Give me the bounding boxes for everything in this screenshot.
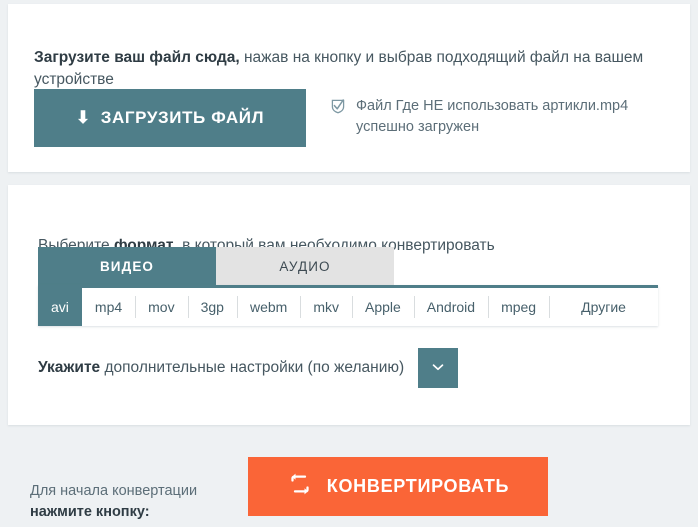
upload-panel: Загрузите ваш файл сюда, нажав на кнопку… bbox=[8, 4, 690, 172]
tab-video-label: ВИДЕО bbox=[99, 258, 155, 274]
format-option-3gp[interactable]: 3gp bbox=[187, 288, 237, 326]
format-option-mpeg-label: mpeg bbox=[501, 299, 537, 315]
format-option-3gp-label: 3gp bbox=[200, 299, 224, 315]
upload-status: Файл Где НЕ использовать артикли.mp4 усп… bbox=[330, 96, 670, 137]
convert-hint-line1: Для начала конвертации bbox=[30, 482, 198, 499]
format-option-webm-label: webm bbox=[249, 299, 288, 315]
format-option-mp4[interactable]: mp4 bbox=[82, 288, 135, 326]
additional-settings-bold: Укажите bbox=[38, 359, 101, 376]
format-option-android-label: Android bbox=[426, 299, 476, 315]
upload-status-text: Файл Где НЕ использовать артикли.mp4 усп… bbox=[356, 98, 629, 135]
format-type-tabs: ВИДЕО АУДИО bbox=[38, 247, 394, 285]
tab-video[interactable]: ВИДЕО bbox=[38, 247, 216, 285]
additional-settings-text: Укажите дополнительные настройки (по жел… bbox=[38, 359, 404, 377]
tab-audio[interactable]: АУДИО bbox=[216, 247, 394, 285]
format-option-apple-label: Apple bbox=[364, 299, 401, 315]
tab-audio-label: АУДИО bbox=[279, 258, 331, 274]
upload-instruction-bold: Загрузите ваш файл сюда, bbox=[34, 48, 240, 66]
loop-refresh-icon bbox=[287, 471, 313, 502]
format-option-mkv-label: mkv bbox=[313, 299, 339, 315]
additional-settings-toggle[interactable] bbox=[418, 348, 459, 388]
upload-instruction: Загрузите ваш файл сюда, нажав на кнопку… bbox=[34, 47, 650, 92]
format-option-others-label: Другие bbox=[581, 299, 626, 315]
format-option-mov[interactable]: mov bbox=[135, 288, 187, 326]
format-option-apple[interactable]: Apple bbox=[351, 288, 414, 326]
format-panel: Выберите формат, в который вам необходим… bbox=[8, 185, 690, 425]
format-options-list: avi mp4 mov 3gp webm mkv Apple Android m… bbox=[38, 285, 658, 326]
convert-section: Для начала конвертации нажмите кнопку: К… bbox=[0, 440, 698, 527]
format-option-mp4-label: mp4 bbox=[94, 299, 123, 315]
format-option-avi[interactable]: avi bbox=[38, 285, 82, 326]
check-shield-icon bbox=[330, 98, 346, 114]
format-option-android[interactable]: Android bbox=[413, 288, 488, 326]
convert-hint: Для начала конвертации нажмите кнопку: bbox=[30, 481, 197, 525]
upload-file-button[interactable]: ⬇ ЗАГРУЗИТЬ ФАЙЛ bbox=[34, 89, 306, 147]
format-option-avi-label: avi bbox=[51, 299, 69, 315]
convert-button-label: КОНВЕРТИРОВАТЬ bbox=[326, 476, 510, 496]
page-root: Загрузите ваш файл сюда, нажав на кнопку… bbox=[0, 0, 698, 527]
format-option-mpeg[interactable]: mpeg bbox=[488, 288, 549, 326]
upload-file-button-label: ЗАГРУЗИТЬ ФАЙЛ bbox=[100, 108, 265, 127]
chevron-down-icon bbox=[429, 358, 447, 379]
format-option-webm[interactable]: webm bbox=[236, 288, 300, 326]
additional-settings-row: Укажите дополнительные настройки (по жел… bbox=[38, 348, 459, 388]
format-option-mov-label: mov bbox=[148, 299, 175, 315]
format-option-mkv[interactable]: mkv bbox=[300, 288, 352, 326]
download-arrow-icon: ⬇ bbox=[75, 107, 91, 127]
format-option-others[interactable]: Другие bbox=[549, 288, 658, 326]
additional-settings-rest: дополнительные настройки (по желанию) bbox=[100, 359, 405, 376]
convert-button[interactable]: КОНВЕРТИРОВАТЬ bbox=[248, 457, 548, 516]
convert-hint-line2: нажмите кнопку: bbox=[30, 504, 150, 521]
